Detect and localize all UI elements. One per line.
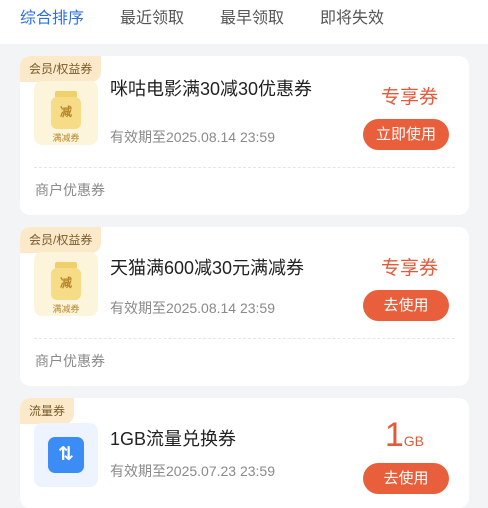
coupon-value-unit: GB (403, 433, 424, 449)
thumbnail-caption: 满减券 (52, 133, 80, 143)
coupon-validity: 有效期至2025.07.23 23:59 (110, 463, 275, 479)
coupon-title: 1GB流量兑换券 (110, 429, 237, 449)
jar-icon: 减 (51, 91, 81, 129)
dashed-divider (34, 167, 455, 168)
sort-tabs: 综合排序 最近领取 最早领取 即将失效 (0, 0, 488, 44)
coupon-card[interactable]: 会员/权益券 减 满减券 天猫满600减30元满减券 有效期至2025.08.1… (20, 227, 469, 386)
coupon-badge: 专享券 (380, 258, 438, 279)
jar-symbol: 减 (51, 97, 81, 129)
coupon-thumbnail: 减 满减券 (34, 81, 98, 145)
coupon-validity: 有效期至2025.08.14 23:59 (110, 300, 275, 316)
use-button[interactable]: 去使用 (363, 463, 449, 494)
use-now-button[interactable]: 立即使用 (363, 119, 449, 150)
coupon-category-tag: 会员/权益券 (20, 227, 102, 253)
coupon-badge: 专享券 (380, 87, 438, 108)
dashed-divider (34, 338, 455, 339)
coupon-card[interactable]: 会员/权益券 减 满减券 咪咕电影满30减30优惠券 有效期至2025.08.1… (20, 56, 469, 215)
jar-symbol: 减 (51, 268, 81, 300)
coupon-category-tag: 会员/权益券 (20, 56, 102, 82)
use-button[interactable]: 去使用 (363, 290, 449, 321)
coupon-category-tag: 流量券 (20, 398, 75, 424)
tab-earliest-claimed[interactable]: 最早领取 (220, 4, 284, 28)
coupon-title: 咪咕电影满30减30优惠券 (110, 79, 313, 99)
jar-icon: 减 (51, 262, 81, 300)
coupon-thumbnail: ⇅ (34, 423, 98, 487)
merchant-label: 商户优惠券 (35, 182, 105, 198)
coupon-title: 天猫满600减30元满减券 (110, 258, 305, 278)
tab-comprehensive-sort[interactable]: 综合排序 (20, 4, 84, 28)
merchant-label: 商户优惠券 (35, 353, 105, 369)
coupon-value-number: 1 (384, 416, 404, 454)
coupon-card[interactable]: 流量券 ⇅ 1GB流量兑换券 有效期至2025.07.23 23:59 1GB … (20, 398, 469, 508)
thumbnail-caption: 满减券 (52, 304, 80, 314)
tab-recently-claimed[interactable]: 最近领取 (120, 4, 184, 28)
tab-expiring-soon[interactable]: 即将失效 (320, 4, 384, 28)
coupon-value: 1GB (385, 416, 424, 454)
data-swap-icon: ⇅ (48, 437, 84, 473)
coupon-validity: 有效期至2025.08.14 23:59 (110, 129, 275, 145)
coupon-thumbnail: 减 满减券 (34, 252, 98, 316)
